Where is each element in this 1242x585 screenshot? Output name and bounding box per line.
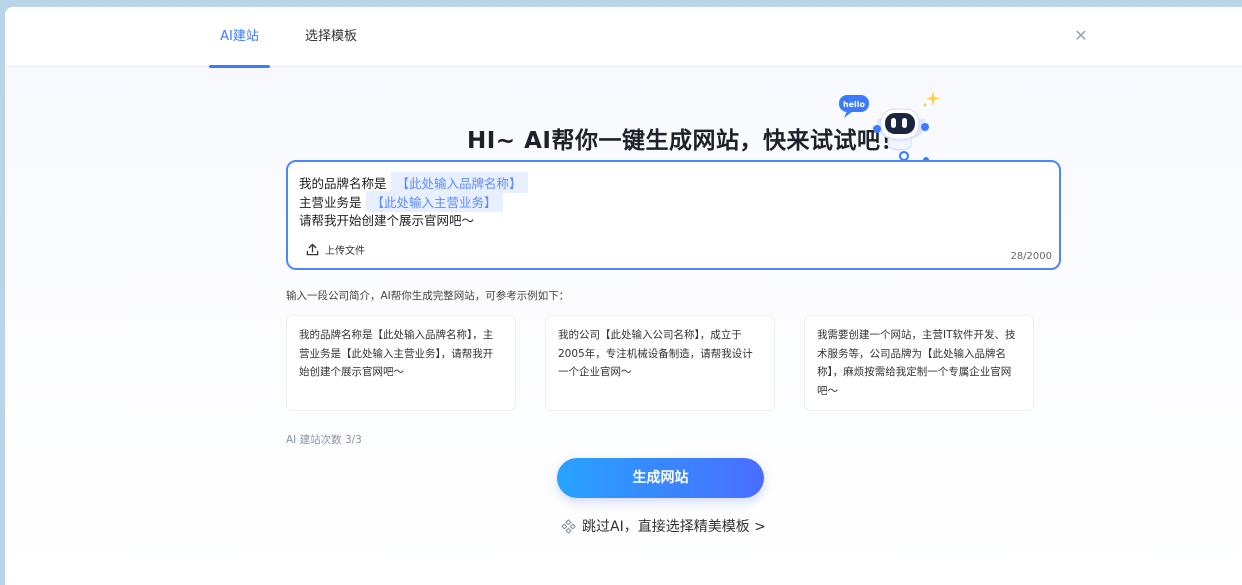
character-counter: 28/2000 — [1010, 251, 1052, 262]
prompt-brand-prefix: 我的品牌名称是 — [299, 176, 387, 191]
tab-choose-template[interactable]: 选择模板 — [305, 7, 357, 67]
upload-file-label: 上传文件 — [325, 246, 365, 257]
robot-mascot-icon: hello — [839, 91, 940, 163]
generate-website-button[interactable]: 生成网站 — [557, 458, 764, 498]
example-card[interactable]: 我的公司【此处输入公司名称】，成立于2005年，专注机械设备制造，请帮我设计一个… — [545, 315, 775, 411]
example-hint: 输入一段公司简介，AI帮你生成完整网站，可参考示例如下： — [286, 290, 570, 302]
prompt-line-request: 请帮我开始创建个展示官网吧～ — [299, 213, 475, 228]
upload-file-button[interactable]: 上传文件 — [306, 242, 365, 257]
hello-bubble-text: hello — [843, 100, 866, 109]
example-card[interactable]: 我的品牌名称是【此处输入品牌名称】，主营业务是【此处输入主营业务】，请帮我开始创… — [286, 315, 516, 411]
brand-name-placeholder[interactable]: 【此处输入品牌名称】 — [390, 172, 528, 193]
build-count-label: AI 建站次数 3/3 — [286, 434, 362, 446]
dialog-header: AI建站 选择模板 ✕ — [5, 7, 1242, 68]
prompt-line-business: 主营业务是 【此处输入主营业务】 — [299, 191, 503, 212]
example-card[interactable]: 我需要创建一个网站，主营IT软件开发、技术服务等，公司品牌为【此处输入品牌名称】… — [804, 315, 1034, 411]
skip-ai-label: 跳过AI，直接选择精美模板 > — [582, 519, 766, 535]
prompt-line-brand: 我的品牌名称是 【此处输入品牌名称】 — [299, 172, 528, 193]
template-icon — [561, 518, 576, 534]
business-placeholder[interactable]: 【此处输入主营业务】 — [365, 191, 503, 212]
ai-site-builder-dialog: AI建站 选择模板 ✕ HI~ AI帮你一键生成网站，快来试试吧！ hello … — [5, 7, 1242, 585]
upload-icon — [306, 243, 319, 256]
skip-ai-link[interactable]: 跳过AI，直接选择精美模板 > — [561, 516, 766, 536]
prompt-business-prefix: 主营业务是 — [299, 195, 362, 210]
close-icon[interactable]: ✕ — [1072, 27, 1090, 45]
prompt-input[interactable]: 我的品牌名称是 【此处输入品牌名称】 主营业务是 【此处输入主营业务】 请帮我开始创… — [286, 160, 1061, 270]
tab-ai-build[interactable]: AI建站 — [209, 7, 270, 68]
